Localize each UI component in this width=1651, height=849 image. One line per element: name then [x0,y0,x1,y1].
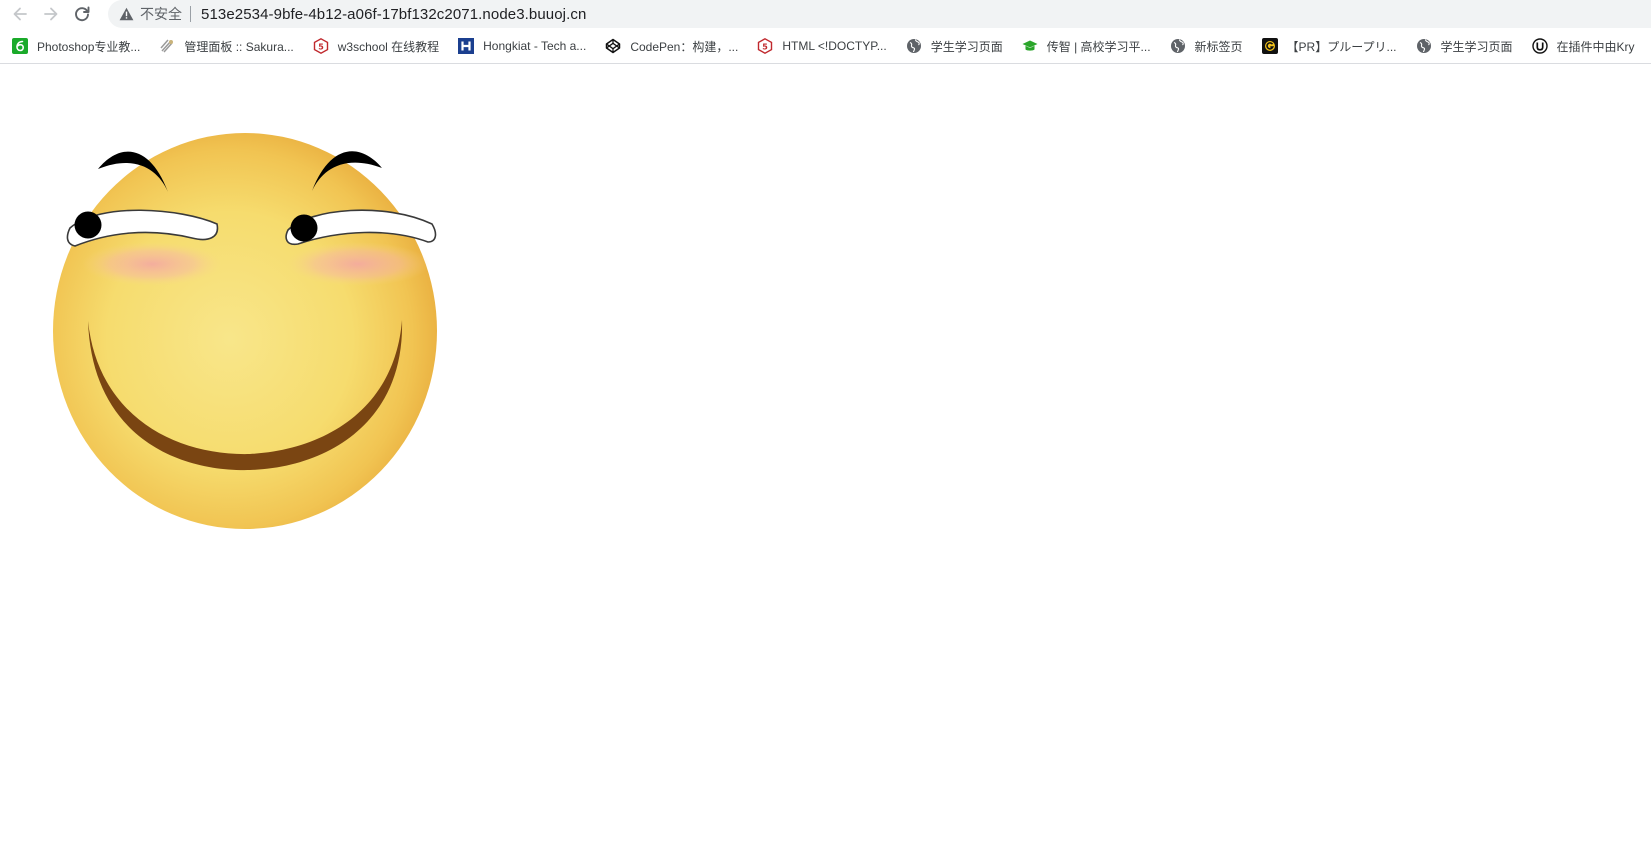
bookmark-label: HTML <!DOCTYP... [782,39,887,53]
insecure-label[interactable]: 不安全 [140,4,182,24]
address-separator [190,6,191,22]
left-blush [82,242,222,286]
bookmark-student-page[interactable]: 学生学习页面 [894,33,1010,59]
bookmark-label: 学生学习页面 [930,39,1003,54]
bookmark-label: CodePen：构建，... [630,39,739,54]
codepen-icon [605,38,621,54]
bookmark-photoshop[interactable]: Photoshop专业教... [0,33,147,59]
bookmark-label: 学生学习页面 [1440,39,1513,54]
w3school-icon: 5 [313,38,329,54]
globe-icon [1416,38,1432,54]
right-blush [286,242,430,286]
address-bar[interactable]: 不安全 513e2534-9bfe-4b12-a06f-17bf132c2071… [108,0,1651,28]
globe-icon [906,38,922,54]
bookmark-sakura[interactable]: 管理面板 :: Sakura... [147,33,300,59]
warning-icon[interactable] [118,6,134,22]
browser-chrome: 不安全 513e2534-9bfe-4b12-a06f-17bf132c2071… [0,0,1651,64]
browser-toolbar: 不安全 513e2534-9bfe-4b12-a06f-17bf132c2071… [0,0,1651,28]
pr-icon [1261,38,1278,54]
bookmark-label: w3school 在线教程 [337,39,440,54]
bookmark-label: Hongkiat - Tech a... [483,39,587,53]
forward-arrow-icon[interactable] [39,2,63,26]
svg-text:5: 5 [318,42,324,51]
bookmark-student-page-2[interactable]: 学生学习页面 [1404,33,1520,59]
bookmark-label: 管理面板 :: Sakura... [184,39,294,54]
right-pupil [290,214,318,242]
bookmark-label: 【PR】プループリ... [1286,39,1397,54]
unreal-icon [1531,38,1548,54]
bookmark-new-tab[interactable]: 新标签页 [1158,33,1250,59]
bookmark-chuanzhi[interactable]: 传智 | 高校学习平... [1010,33,1158,59]
bookmarks-bar: Photoshop专业教... 管理面板 :: Sakura... 5 w3sc… [0,31,1651,61]
bookmark-html-doctype[interactable]: 5 HTML <!DOCTYP... [745,33,893,59]
bookmark-label: Photoshop专业教... [37,39,141,54]
w3school-icon: 5 [757,38,773,54]
graduation-cap-icon [1022,38,1038,54]
globe-icon [1170,38,1186,54]
bookmark-label: 传智 | 高校学习平... [1046,39,1151,54]
svg-text:5: 5 [763,42,769,51]
left-pupil [74,211,102,239]
bookmark-label: 新标签页 [1194,39,1243,54]
hongkiat-icon [458,38,475,54]
bookmark-unreal[interactable]: 在插件中由Kry [1520,33,1642,59]
page-content [0,64,1651,849]
sakura-icon [159,38,175,54]
reload-icon[interactable] [70,2,94,26]
bookmark-w3school[interactable]: 5 w3school 在线教程 [301,33,446,59]
bookmark-label: 在插件中由Kry [1556,39,1635,54]
smiley-face-image [53,133,437,529]
photoshop-icon [12,38,28,54]
bookmark-codepen[interactable]: CodePen：构建，... [593,33,745,59]
bookmark-pr[interactable]: 【PR】プループリ... [1250,33,1404,59]
back-arrow-icon[interactable] [8,2,32,26]
url-text[interactable]: 513e2534-9bfe-4b12-a06f-17bf132c2071.nod… [201,6,586,23]
bookmark-hongkiat[interactable]: Hongkiat - Tech a... [446,33,593,59]
